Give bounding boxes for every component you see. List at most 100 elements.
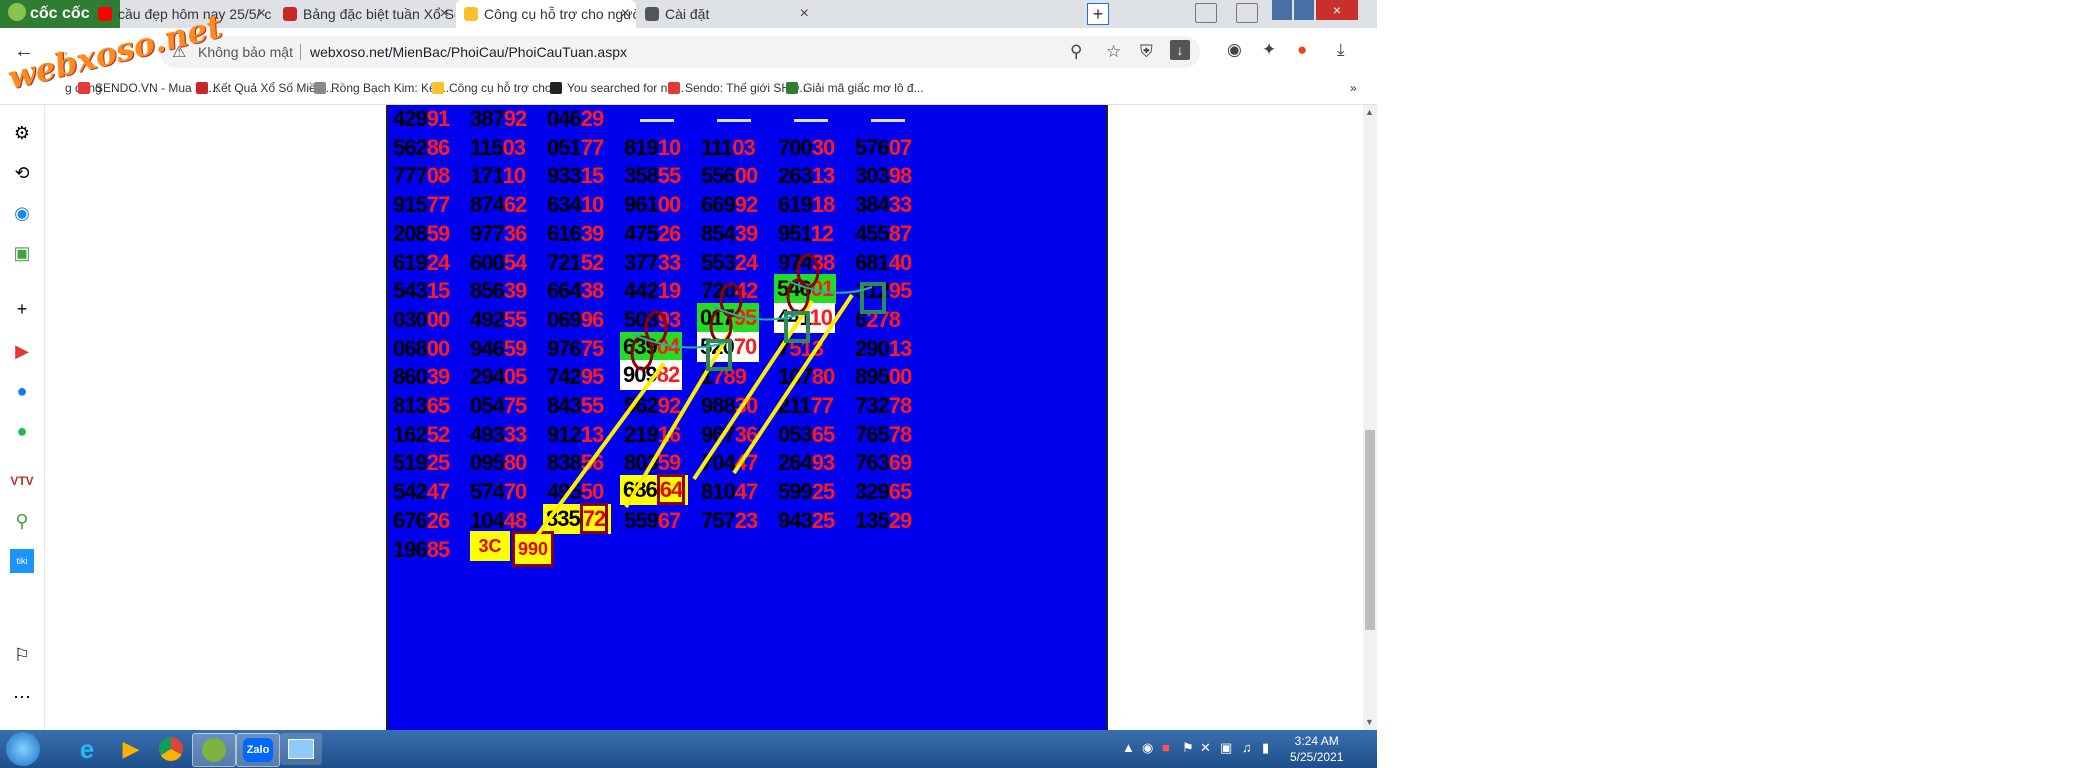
coccoc-taskbar-item[interactable]	[192, 733, 236, 767]
flag-tray-icon[interactable]: ⚑	[1182, 740, 1194, 756]
tab-close-icon[interactable]: ×	[800, 0, 809, 28]
download-page-icon[interactable]: ↓	[1170, 40, 1190, 60]
badge-3c: 3C	[470, 530, 510, 561]
game-controller-icon[interactable]: ▣	[10, 241, 34, 265]
bookmark-item[interactable]: Giải mã giấc mơ lô đ...	[786, 81, 924, 95]
scroll-down-arrow[interactable]: ▼	[1365, 717, 1374, 727]
cell-tail-digits: 95	[888, 278, 913, 304]
bookmark-item[interactable]: Kết Quả Xổ Số Miền...	[196, 81, 332, 95]
cell-tail-digits: 70	[503, 479, 528, 505]
tab-2[interactable]: Bảng đặc biệt tuần Xổ Số Tru×	[275, 0, 455, 28]
battery-tray-icon[interactable]: ▮	[1262, 740, 1269, 756]
cell-head-digits: 7	[778, 335, 790, 361]
cell-head-digits: 519	[393, 450, 428, 476]
network-tray-icon[interactable]: ▲	[1122, 740, 1135, 755]
cell-tail-digits: 30	[734, 393, 759, 418]
tiki-icon[interactable]: tiki	[10, 549, 34, 573]
cell-tail-digits: 39	[426, 364, 451, 390]
cell-tail-digits: 78	[888, 393, 913, 418]
downloads-icon[interactable]: ⤓	[1337, 40, 1345, 60]
cell-head-digits: 290	[855, 335, 890, 361]
highlight-tail-digits: 10	[809, 304, 834, 330]
cell-tail-digits: 59	[657, 450, 682, 476]
bookmark-item[interactable]: Rồng Bạch Kim: Kết...	[314, 81, 449, 95]
back-tab-icon[interactable]	[1236, 3, 1258, 23]
tab-close-icon[interactable]: ×	[440, 0, 449, 28]
cell-tail-digits: 513	[789, 335, 824, 361]
explorer-taskbar-item[interactable]	[280, 733, 322, 765]
tab-4[interactable]: Cài đặt ×	[637, 0, 815, 28]
cell-head-digits: 681	[855, 249, 890, 275]
history-icon[interactable]: ⟲	[10, 161, 34, 185]
cell-head-digits: 104	[470, 507, 505, 533]
cell-tail-digits: 52	[580, 249, 605, 275]
bookmarks-overflow-icon[interactable]: »	[1350, 81, 1357, 95]
key-icon[interactable]: ⚲	[1070, 42, 1082, 62]
page-scrollbar[interactable]: ▲ ▼	[1363, 105, 1377, 730]
coccoc-extension-icon[interactable]: ◉	[1227, 40, 1242, 60]
x-tray-icon[interactable]: ✕	[1200, 740, 1211, 756]
bookmark-item[interactable]: Công cụ hỗ trợ cho...	[432, 81, 562, 95]
cell-tail-digits: 47	[734, 450, 759, 476]
cell-head-digits: 943	[778, 507, 813, 533]
system-clock[interactable]: 3:24 AM 5/25/2021	[1290, 733, 1343, 765]
volume-tray-icon[interactable]: ♫	[1242, 740, 1252, 755]
bookmark-item[interactable]: You searched for nh...	[550, 81, 684, 95]
spotify-icon[interactable]: ●	[10, 419, 34, 443]
omnibox[interactable]: ⚠ Không bảo mật webxoso.net/MienBac/Phoi…	[160, 36, 1200, 68]
notification-bell-icon[interactable]: ⚐	[10, 643, 34, 667]
more-options-icon[interactable]: ⋯	[10, 685, 34, 709]
profile-avatar-icon[interactable]: ●	[1297, 40, 1307, 60]
chrome-taskbar-icon[interactable]	[150, 733, 192, 765]
tab-close-icon[interactable]: ×	[621, 0, 630, 28]
vtv-icon[interactable]: VTV	[10, 469, 34, 493]
add-sidebar-icon[interactable]: +	[10, 297, 34, 321]
coccoc-taskbar-icon	[202, 738, 226, 762]
cell-head-digits: 838	[547, 450, 582, 476]
vivaldi-tray-icon[interactable]: ■	[1162, 740, 1170, 755]
clock-date: 5/25/2021	[1290, 750, 1344, 764]
messenger-tray-icon[interactable]: ◉	[1142, 740, 1153, 756]
scroll-up-arrow[interactable]: ▲	[1365, 107, 1374, 117]
extensions-puzzle-icon[interactable]: ✦	[1262, 40, 1276, 60]
close-window-button[interactable]: ×	[1316, 0, 1358, 20]
scroll-thumb[interactable]	[1365, 430, 1375, 630]
cell-tail-digits: 29	[580, 106, 605, 131]
facebook-icon[interactable]: ●	[10, 379, 34, 403]
shield-icon[interactable]: ⛨	[1140, 42, 1153, 62]
clock-time: 3:24 AM	[1294, 734, 1339, 748]
start-button[interactable]	[6, 732, 40, 766]
video-tray-icon[interactable]: ▣	[1220, 740, 1232, 756]
cell-head-digits: 095	[470, 450, 505, 476]
cell-tail-digits: 08	[426, 163, 451, 189]
media-player-taskbar-icon[interactable]: ▶	[110, 733, 152, 765]
ie-taskbar-icon[interactable]: e	[66, 733, 108, 765]
zalo-taskbar-item[interactable]: Zalo	[236, 733, 280, 767]
highlighted-cell: 54601	[774, 274, 837, 305]
map-pin-icon[interactable]: ⚲	[10, 509, 34, 533]
minimize-button[interactable]	[1272, 0, 1292, 20]
coccoc-icon	[8, 3, 26, 21]
cell-head-digits: 974	[778, 249, 813, 275]
cell-head-digits: 303	[855, 163, 890, 189]
settings-gear-icon[interactable]: ⚙	[10, 121, 34, 145]
cell-head-digits: 961	[624, 192, 659, 218]
cell-tail-digits: 75	[580, 335, 605, 361]
highlight-head-digits: 441	[777, 304, 810, 330]
tab-search-icon[interactable]	[1195, 3, 1217, 23]
messenger-icon[interactable]: ◉	[10, 201, 34, 225]
tab-close-icon[interactable]: ×	[257, 0, 266, 28]
cell-head-digits: 988	[701, 393, 736, 418]
maximize-button[interactable]	[1294, 0, 1314, 20]
highlight-tail-digits: 95	[733, 304, 758, 330]
tab-3[interactable]: Công cụ hỗ trợ cho người ch×	[456, 0, 636, 28]
bookmark-star-icon[interactable]: ☆	[1106, 42, 1121, 62]
url-text[interactable]: webxoso.net/MienBac/PhoiCau/PhoiCauTuan.…	[310, 44, 627, 60]
cell-head-digits: 576	[855, 134, 890, 160]
cell-tail-digits: 15	[580, 163, 605, 189]
youtube-icon[interactable]: ▶	[10, 339, 34, 363]
new-tab-button[interactable]: +	[1087, 3, 1109, 25]
cell-tail-digits: 26	[426, 507, 451, 533]
highlighted-cell: 835 72	[543, 502, 612, 534]
tab-title: Công cụ hỗ trợ cho người ch	[484, 6, 636, 22]
